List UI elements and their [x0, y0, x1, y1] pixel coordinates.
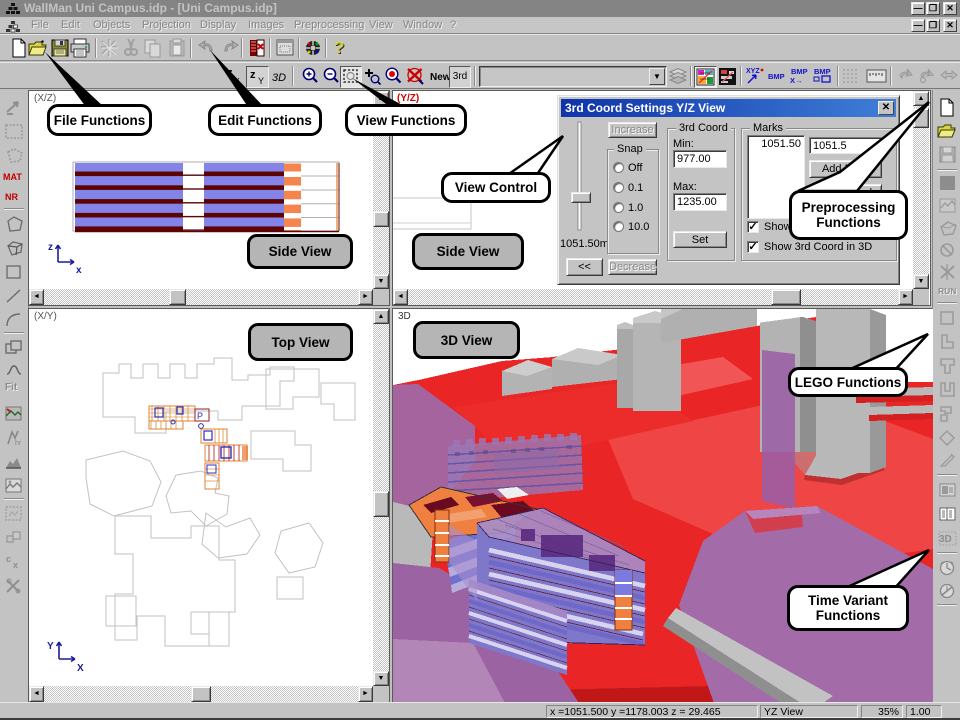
svg-text:z: z — [227, 67, 233, 79]
svg-text:c: c — [6, 554, 11, 564]
svg-text:z: z — [250, 69, 256, 81]
svg-text:hr: hr — [15, 440, 22, 447]
svg-text:3D: 3D — [939, 534, 952, 545]
svg-text:X→: X→ — [790, 76, 803, 85]
svg-text:BMP: BMP — [814, 67, 831, 76]
svg-text:X: X — [77, 663, 84, 674]
svg-text:New: New — [430, 72, 451, 83]
svg-text:3D: 3D — [272, 72, 286, 84]
svg-text:Y: Y — [47, 641, 54, 652]
svg-text:Y: Y — [258, 76, 264, 86]
svg-text:P: P — [197, 411, 203, 421]
svg-text:BMP: BMP — [791, 67, 808, 76]
svg-text:BMP: BMP — [768, 72, 785, 81]
svg-text:x: x — [13, 560, 18, 570]
svg-text:x: x — [235, 75, 240, 85]
svg-text:x: x — [76, 265, 82, 276]
svg-text:z: z — [48, 242, 53, 253]
svg-text:XYZ: XYZ — [746, 68, 760, 75]
